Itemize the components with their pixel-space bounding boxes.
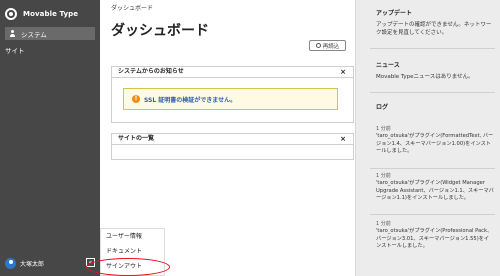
news-title: ニュース bbox=[376, 62, 400, 69]
close-icon[interactable]: × bbox=[340, 134, 346, 144]
log-title: ログ bbox=[376, 104, 389, 111]
divider bbox=[370, 168, 495, 169]
right-panel: アップデート アップデートの確認ができません。ネットワーク設定を見直してください… bbox=[355, 0, 500, 276]
highlight-ring bbox=[86, 258, 170, 276]
log-entry: 'taro_otsuka'がプラグイン(Professional Pack、バー… bbox=[376, 228, 493, 249]
warning-box: ! SSL 証明書の検証ができません。 bbox=[123, 88, 338, 110]
brand-name: Movable Type bbox=[23, 10, 79, 18]
log-time: 1 分前 bbox=[376, 221, 391, 227]
page-title: ダッシュボード bbox=[111, 23, 209, 39]
log-time: 1 分前 bbox=[376, 173, 391, 179]
panel-title: システムからのお知らせ bbox=[118, 68, 184, 75]
reload-icon bbox=[315, 43, 321, 48]
avatar-icon bbox=[5, 258, 16, 269]
divider bbox=[370, 92, 495, 93]
sidebar-item-system[interactable]: システム bbox=[5, 27, 95, 40]
panel-header: システムからのお知らせ × bbox=[112, 67, 353, 78]
system-notice-panel: システムからのお知らせ × ! SSL 証明書の検証ができません。 bbox=[111, 66, 354, 123]
divider bbox=[370, 214, 495, 215]
breadcrumb: ダッシュボード bbox=[111, 5, 154, 12]
warning-icon: ! bbox=[132, 95, 140, 103]
reload-button[interactable]: 再読込 bbox=[309, 40, 346, 51]
menu-item-user-info[interactable]: ユーザー情報 bbox=[101, 229, 164, 244]
app-root: Movable Type システム サイト 大塚太郎 « ダッシュボード ダッシ… bbox=[0, 0, 500, 276]
log-time: 1 分前 bbox=[376, 126, 391, 132]
panel-title: サイトの一覧 bbox=[118, 135, 155, 142]
movable-type-logo-icon bbox=[5, 8, 17, 20]
ssl-warning-link[interactable]: SSL 証明書の検証ができません。 bbox=[144, 95, 236, 104]
user-name: 大塚太郎 bbox=[20, 261, 45, 268]
close-icon[interactable]: × bbox=[340, 67, 346, 77]
news-text: Movable Typeニュースはありません。 bbox=[376, 74, 474, 80]
menu-item-documents[interactable]: ドキュメント bbox=[101, 244, 164, 259]
sidebar-item-label: システム bbox=[21, 30, 47, 39]
user-account[interactable]: 大塚太郎 bbox=[5, 258, 44, 269]
panel-header: サイトの一覧 × bbox=[112, 134, 353, 145]
sidebar: Movable Type システム サイト 大塚太郎 « bbox=[0, 0, 100, 276]
sidebar-item-site[interactable]: サイト bbox=[5, 45, 25, 55]
log-entry: 'taro_otsuka'がプラグイン(FormattedText, バージョン… bbox=[376, 133, 494, 154]
reload-label: 再読込 bbox=[322, 43, 340, 50]
update-title: アップデート bbox=[376, 10, 413, 17]
divider bbox=[370, 48, 495, 49]
log-entry: 'taro_otsuka'がプラグイン(Widget Manager Upgra… bbox=[376, 180, 494, 201]
update-text: アップデートの確認ができません。ネットワーク設定を見直してください。 bbox=[376, 22, 492, 36]
site-list-panel: サイトの一覧 × bbox=[111, 133, 354, 160]
brand[interactable]: Movable Type bbox=[5, 6, 78, 22]
user-icon bbox=[10, 30, 17, 37]
